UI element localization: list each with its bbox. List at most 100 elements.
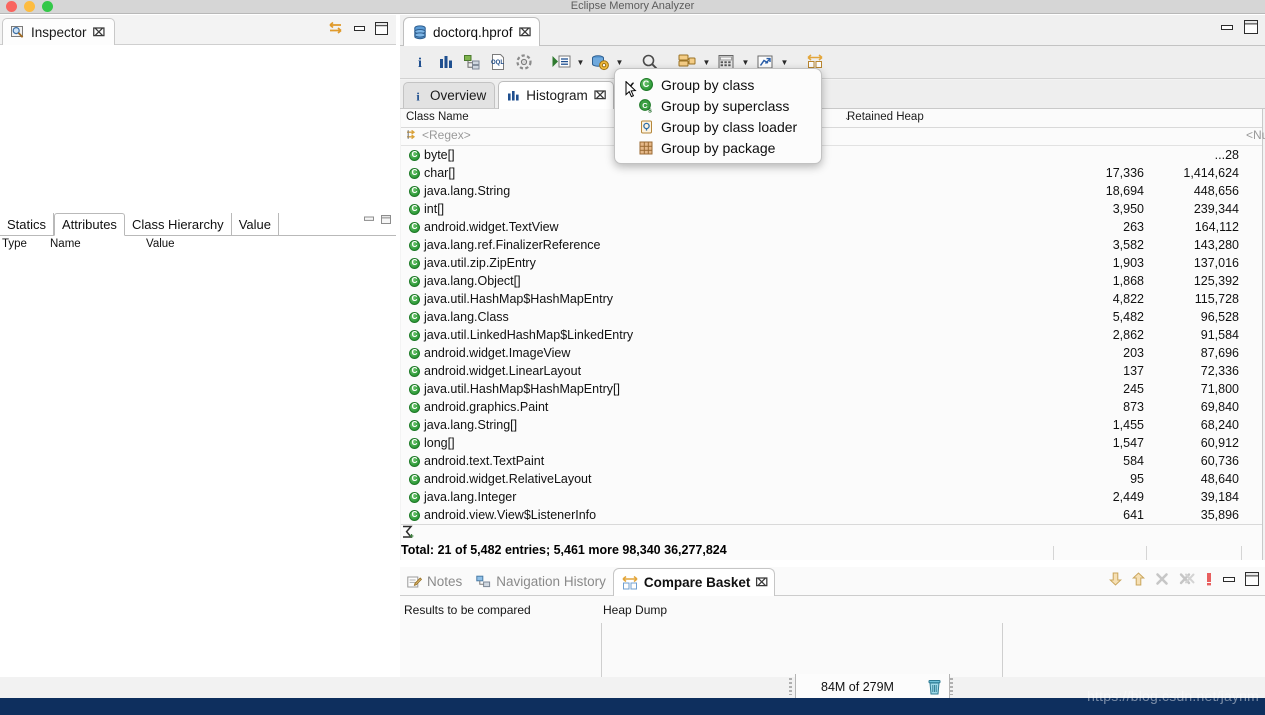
window-title: Eclipse Memory Analyzer [570,0,695,12]
col-results-to-be-compared[interactable]: Results to be compared [404,603,531,617]
tab-compare-basket[interactable]: Compare Basket ⌧ [612,568,776,596]
tab-inspector[interactable]: Inspector ⌧ [2,18,116,45]
tab-navigation-history-label: Navigation History [496,574,606,589]
table-row[interactable]: C java.util.zip.ZipEntry 1,903 137,016 [401,254,1262,272]
maximize-icon[interactable] [1244,20,1258,34]
col-class-name[interactable]: Class Name [406,111,469,123]
row-objects: 95 [1130,472,1144,486]
maximize-icon[interactable] [1245,572,1259,586]
table-row[interactable]: C java.util.HashMap$HashMapEntry[] 245 7… [401,380,1262,398]
remove-icon[interactable] [1155,572,1169,586]
link-arrows-icon[interactable] [327,21,344,35]
classloader-icon [639,120,653,134]
menu-item-group-by-class[interactable]: C Group by class [615,74,821,95]
compare-now-icon[interactable] [1205,572,1213,586]
table-row[interactable]: C byte[] ...28 [401,146,1262,164]
compare-basket-view: Notes Navigation History Compare Basket … [400,567,1265,677]
status-grip-left[interactable] [789,678,792,695]
table-row[interactable]: C java.lang.ref.FinalizerReference 3,582… [401,236,1262,254]
tab-value[interactable]: Value [232,213,279,235]
tab-attributes[interactable]: Attributes [54,213,125,236]
desktop-taskbar [0,698,1265,715]
class-icon: C [409,347,420,359]
status-grip-right[interactable] [950,678,953,695]
thread-overview-icon[interactable] [512,50,536,74]
attributes-col-type: Type [2,238,27,250]
table-row[interactable]: C java.lang.Object[] 1,868 125,392 [401,272,1262,290]
table-row[interactable]: C android.widget.RelativeLayout 95 48,64… [401,470,1262,488]
class-icon: C [409,383,420,395]
regex-filter-text: <Regex> [422,128,471,142]
table-row[interactable]: C android.view.View$ListenerInfo 641 35,… [401,506,1262,524]
table-row[interactable]: C android.widget.ImageView 203 87,696 [401,344,1262,362]
group-by-dropdown-menu: ✓ C Group by class C s Group by supercla… [614,68,822,164]
tab-doctorq-hprof[interactable]: doctorq.hprof ⌧ [403,17,541,46]
tab-class-hierarchy[interactable]: Class Hierarchy [125,213,232,235]
column-divider[interactable] [601,623,602,677]
tab-navigation-history[interactable]: Navigation History [469,568,613,595]
table-row[interactable]: C char[] 17,336 1,414,624 [401,164,1262,182]
menu-item-group-by-package[interactable]: Group by package [615,137,821,158]
dominator-tree-icon[interactable] [460,50,484,74]
heap-status-widget[interactable]: 84M of 279M [795,674,950,700]
class-icon: C [409,221,420,233]
table-row[interactable]: C android.graphics.Paint 873 69,840 [401,398,1262,416]
queries-icon[interactable] [588,50,612,74]
table-row[interactable]: C android.widget.LinearLayout 137 72,336 [401,362,1262,380]
col-heap-dump[interactable]: Heap Dump [603,603,667,617]
menu-item-group-by-class-loader[interactable]: Group by class loader [615,116,821,137]
minimize-icon[interactable] [1221,23,1233,32]
histogram-icon[interactable] [434,50,458,74]
close-icon[interactable]: ⌧ [594,89,607,102]
table-row[interactable]: C android.widget.TextView 263 164,112 [401,218,1262,236]
minimize-icon[interactable] [1223,575,1235,584]
attributes-window-buttons [364,215,391,224]
column-divider[interactable] [1002,623,1003,677]
tab-class-hierarchy-label: Class Hierarchy [131,216,224,232]
table-row[interactable]: C java.lang.Integer 2,449 39,184 [401,488,1262,506]
overview-info-icon[interactable]: i [408,50,432,74]
run-expert-system-test-icon[interactable] [549,50,573,74]
maximize-icon[interactable] [381,215,391,224]
table-row[interactable]: C java.util.LinkedHashMap$LinkedEntry 2,… [401,326,1262,344]
row-objects: 245 [1123,382,1144,396]
minimize-icon[interactable] [354,24,365,33]
row-objects: 2,449 [1112,490,1144,504]
tab-histogram[interactable]: Histogram ⌧ [498,81,615,109]
tab-overview[interactable]: i Overview [403,82,496,108]
table-row[interactable]: C java.lang.String 18,694 448,656 [401,182,1262,200]
menu-item-group-by-superclass[interactable]: C s Group by superclass [615,95,821,116]
table-row[interactable]: C int[] 3,950 239,344 [401,200,1262,218]
move-down-icon[interactable] [1109,572,1122,586]
row-objects: 18,694 [1105,184,1144,198]
overview-info-icon: i [412,89,424,103]
remove-all-icon[interactable] [1179,572,1195,586]
chevron-down-icon[interactable]: ▼ [575,51,586,73]
table-row[interactable]: C java.lang.String[] 1,455 68,240 [401,416,1262,434]
table-row[interactable]: C java.util.HashMap$HashMapEntry 4,822 1… [401,290,1262,308]
move-up-icon[interactable] [1132,572,1145,586]
table-row[interactable]: C android.text.TextPaint 584 60,736 [401,452,1262,470]
tab-statics[interactable]: Statics [0,213,55,235]
minimize-icon[interactable] [364,215,374,224]
row-shallow: 72,336 [1200,364,1239,378]
tab-notes[interactable]: Notes [400,568,469,595]
col-retained-heap[interactable]: Retained Heap [847,111,924,123]
class-label: android.widget.LinearLayout [424,364,582,378]
table-row[interactable]: C java.lang.Class 5,482 96,528 [401,308,1262,326]
retained-filter-text[interactable]: <Numeric> [1246,128,1265,142]
regex-filter-cell[interactable]: <Regex> [406,128,471,142]
trash-icon[interactable] [919,679,949,695]
oql-icon[interactable]: OQL [486,50,510,74]
table-row[interactable]: C long[] 1,547 60,912 [401,434,1262,452]
class-label: android.widget.RelativeLayout [424,472,592,486]
close-icon[interactable]: ⌧ [519,26,532,39]
class-label: java.util.LinkedHashMap$LinkedEntry [424,328,634,342]
maximize-icon[interactable] [375,21,388,35]
class-icon: C [409,185,420,197]
close-icon[interactable]: ⌧ [755,576,768,589]
class-icon: C [409,149,420,161]
row-class-name: C android.widget.LinearLayout [409,362,581,380]
close-icon[interactable]: ⌧ [93,26,106,39]
row-class-name: C java.lang.String[] [409,416,517,434]
